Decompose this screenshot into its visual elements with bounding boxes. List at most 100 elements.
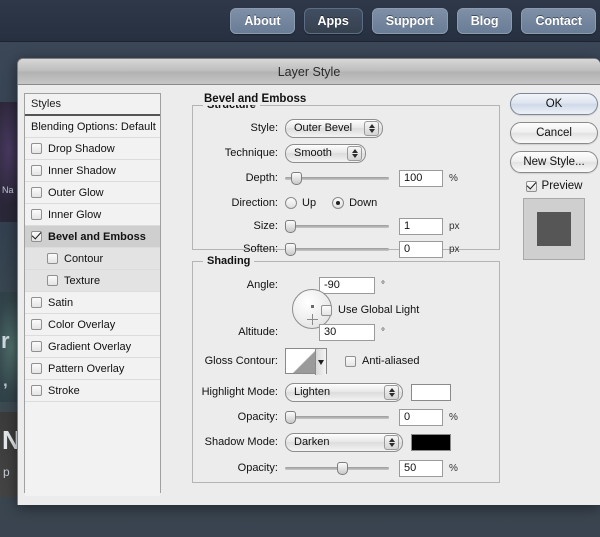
shadow-opacity-input[interactable]: 50	[399, 459, 443, 477]
styles-item-label: Stroke	[48, 384, 80, 397]
style-select[interactable]: Outer Bevel	[285, 118, 383, 138]
site-navigation: About Apps Support Blog Contact	[230, 8, 596, 34]
highlight-color-swatch[interactable]	[411, 383, 451, 401]
styles-item-satin[interactable]: Satin	[25, 292, 160, 314]
nav-button-about[interactable]: About	[230, 8, 295, 34]
gloss-contour-swatch[interactable]	[285, 348, 327, 375]
checkbox-icon[interactable]	[31, 363, 42, 374]
cancel-button[interactable]: Cancel	[510, 122, 598, 144]
styles-item-inner-glow[interactable]: Inner Glow	[25, 204, 160, 226]
styles-item-gradient-overlay[interactable]: Gradient Overlay	[25, 336, 160, 358]
gloss-contour-label: Gloss Contour:	[204, 355, 278, 367]
background-text-fragment-comma: ,	[3, 372, 8, 389]
checkbox-icon[interactable]	[47, 275, 58, 286]
highlight-opacity-slider[interactable]	[285, 409, 389, 425]
nav-button-blog[interactable]: Blog	[456, 8, 513, 34]
styles-list-empty-area	[25, 402, 160, 496]
use-global-light-label: Use Global Light	[338, 304, 420, 316]
checkbox-checked-icon[interactable]	[525, 180, 537, 192]
shadow-opacity-slider[interactable]	[285, 460, 389, 476]
background-text-fragment-r: r	[1, 330, 10, 352]
preview-toggle-row[interactable]: Preview	[510, 180, 598, 192]
altitude-value-input[interactable]: 30	[319, 323, 375, 341]
styles-item-color-overlay[interactable]: Color Overlay	[25, 314, 160, 336]
slider-thumb[interactable]	[285, 243, 296, 256]
highlight-mode-label: Highlight Mode:	[201, 386, 278, 398]
stepper-icon[interactable]	[384, 384, 399, 400]
styles-item-label: Pattern Overlay	[48, 362, 125, 375]
styles-item-stroke[interactable]: Stroke	[25, 380, 160, 402]
styles-item-texture[interactable]: Texture	[25, 270, 160, 292]
altitude-label: Altitude:	[238, 326, 278, 338]
direction-radio-up[interactable]	[285, 197, 297, 209]
dialog-title-bar[interactable]: Layer Style	[18, 59, 600, 85]
nav-button-support[interactable]: Support	[371, 8, 448, 34]
stepper-icon[interactable]	[347, 145, 362, 161]
shadow-mode-label: Shadow Mode:	[204, 436, 278, 448]
checkbox-checked-icon[interactable]	[31, 231, 42, 242]
styles-item-label: Satin	[48, 296, 74, 309]
checkbox-icon[interactable]	[47, 253, 58, 264]
size-value-input[interactable]: 1	[399, 217, 443, 235]
technique-select-value: Smooth	[294, 147, 332, 159]
checkbox-icon[interactable]	[321, 304, 332, 316]
site-top-bar: About Apps Support Blog Contact	[0, 0, 600, 42]
checkbox-icon[interactable]	[31, 209, 42, 220]
settings-pane: Bevel and Emboss Structure Style: Outer …	[170, 93, 500, 493]
use-global-light-row[interactable]: Use Global Light	[321, 300, 419, 320]
styles-item-drop-shadow[interactable]: Drop Shadow	[25, 138, 160, 160]
styles-item-contour[interactable]: Contour	[25, 248, 160, 270]
direction-up-label: Up	[302, 197, 317, 209]
ok-button[interactable]: OK	[510, 93, 598, 115]
dialog-buttons-pane: OK Cancel New Style... Preview	[510, 93, 598, 260]
nav-button-apps[interactable]: Apps	[303, 8, 363, 34]
slider-thumb[interactable]	[285, 411, 296, 424]
shadow-mode-select[interactable]: Darken	[285, 432, 403, 452]
size-row: Size: 1 px	[193, 216, 460, 236]
checkbox-icon[interactable]	[31, 297, 42, 308]
slider-thumb[interactable]	[285, 220, 296, 233]
styles-item-inner-shadow[interactable]: Inner Shadow	[25, 160, 160, 182]
preview-thumbnail-shape	[537, 212, 571, 246]
direction-row: Direction: Up Down	[193, 193, 393, 213]
checkbox-icon[interactable]	[31, 341, 42, 352]
chevron-down-icon[interactable]	[315, 349, 326, 375]
styles-item-bevel-and-emboss[interactable]: Bevel and Emboss	[25, 226, 160, 248]
new-style-button[interactable]: New Style...	[510, 151, 598, 173]
stepper-icon[interactable]	[384, 434, 399, 450]
slider-thumb[interactable]	[337, 462, 348, 475]
checkbox-icon[interactable]	[31, 165, 42, 176]
highlight-opacity-label: Opacity:	[237, 411, 278, 423]
slider-track	[285, 416, 389, 419]
nav-button-contact[interactable]: Contact	[521, 8, 596, 34]
shading-group-label: Shading	[203, 255, 255, 267]
checkbox-icon[interactable]	[345, 355, 356, 367]
checkbox-icon[interactable]	[31, 319, 42, 330]
stepper-icon[interactable]	[364, 120, 379, 136]
highlight-opacity-row: Opacity: 0 %	[193, 407, 458, 427]
checkbox-icon[interactable]	[31, 187, 42, 198]
soften-label: Soften:	[243, 243, 278, 255]
technique-row: Technique: Smooth	[193, 143, 366, 163]
styles-item-outer-glow[interactable]: Outer Glow	[25, 182, 160, 204]
angle-value-input[interactable]: -90	[319, 276, 375, 294]
soften-value-input[interactable]: 0	[399, 240, 443, 258]
checkbox-icon[interactable]	[31, 143, 42, 154]
depth-value-input[interactable]: 100	[399, 169, 443, 187]
shadow-color-swatch[interactable]	[411, 433, 451, 451]
layer-style-dialog: Layer Style Styles Blending Options: Def…	[17, 58, 600, 505]
shading-group: Shading Angle: -90 ° Use Global Light Al…	[192, 255, 500, 483]
styles-item-pattern-overlay[interactable]: Pattern Overlay	[25, 358, 160, 380]
checkbox-icon[interactable]	[31, 385, 42, 396]
styles-item-blending-options[interactable]: Blending Options: Default	[25, 116, 160, 138]
styles-item-label: Blending Options: Default	[31, 120, 156, 133]
soften-slider[interactable]	[285, 241, 389, 257]
slider-thumb[interactable]	[291, 172, 302, 185]
depth-slider[interactable]	[285, 170, 389, 186]
highlight-mode-select[interactable]: Lighten	[285, 382, 403, 402]
highlight-opacity-input[interactable]: 0	[399, 408, 443, 426]
soften-unit: px	[449, 243, 460, 255]
technique-select[interactable]: Smooth	[285, 143, 366, 163]
direction-radio-down[interactable]	[332, 197, 345, 209]
size-slider[interactable]	[285, 218, 389, 234]
